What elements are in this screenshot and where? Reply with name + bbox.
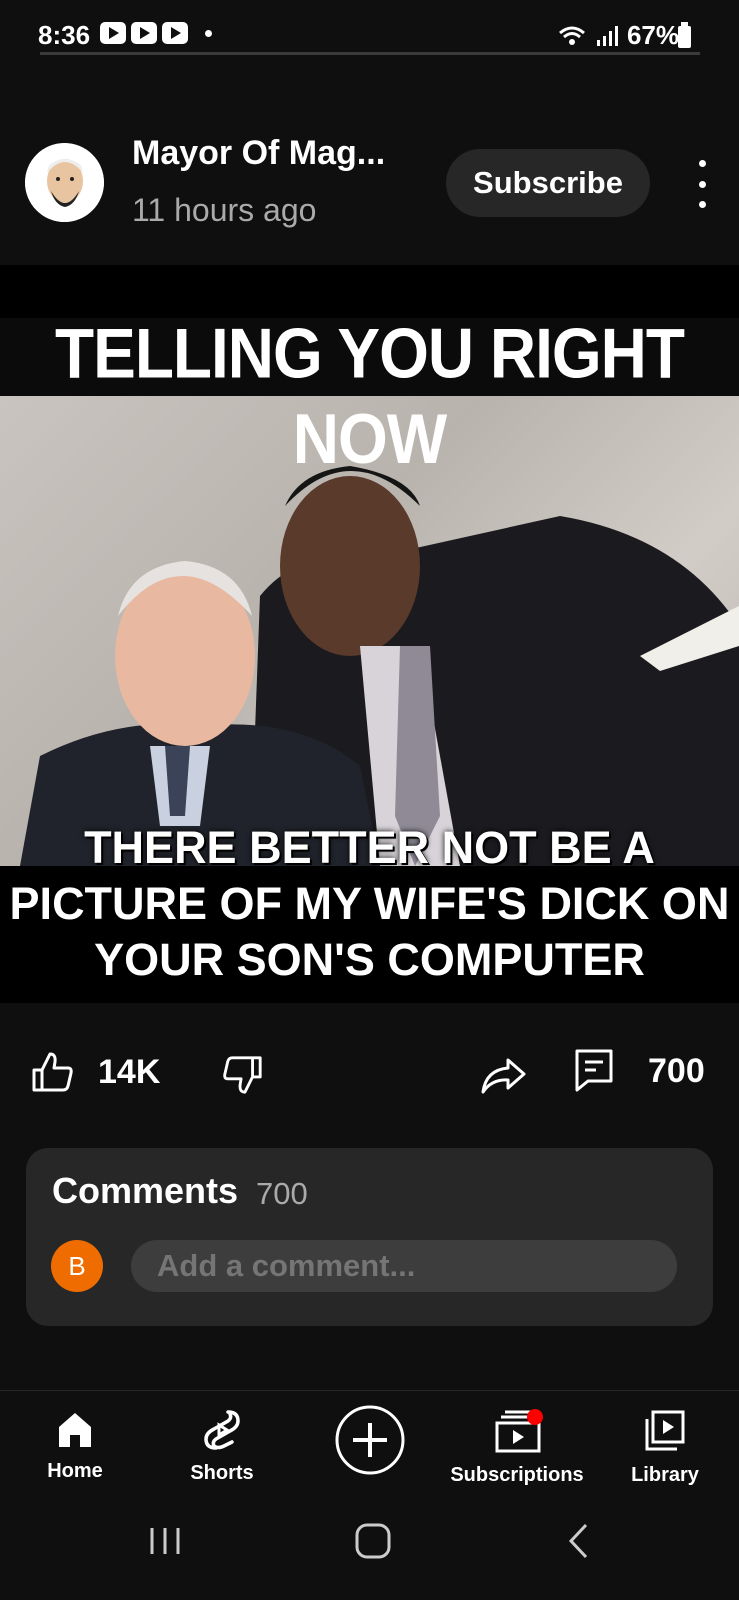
channel-name[interactable]: Mayor Of Mag... xyxy=(132,134,385,173)
nav-shorts-label: Shorts xyxy=(190,1462,254,1484)
signal-icon xyxy=(596,25,618,46)
thumbs-up-icon xyxy=(32,1052,73,1092)
home-icon xyxy=(59,1413,91,1447)
like-count: 14K xyxy=(98,1052,161,1091)
comment-count: 700 xyxy=(648,1051,705,1090)
like-button[interactable]: 14K xyxy=(30,1050,160,1094)
nav-home-label: Home xyxy=(47,1460,103,1482)
system-navigation xyxy=(0,1510,739,1600)
status-time: 8:36 xyxy=(38,20,91,50)
meme-top-text: TELLING YOU RIGHT NOW xyxy=(55,313,685,479)
thumbs-down-icon xyxy=(223,1056,262,1094)
nav-subscriptions[interactable]: Subscriptions xyxy=(442,1409,592,1487)
nav-library[interactable]: Library xyxy=(590,1409,739,1487)
dislike-button[interactable] xyxy=(222,1054,264,1096)
create-icon xyxy=(335,1405,405,1475)
share-button[interactable] xyxy=(480,1056,526,1096)
meme-bottom-text: THERE BETTER NOT BE A PICTURE OF MY WIFE… xyxy=(9,822,730,985)
nav-home[interactable]: Home xyxy=(0,1409,150,1483)
status-bar: 8:36 67% xyxy=(0,0,739,70)
shorts-icon xyxy=(204,1410,240,1450)
avatar-cartoon-icon xyxy=(25,143,104,222)
post-actions: 14K 700 xyxy=(0,1040,739,1120)
battery-icon xyxy=(678,22,691,48)
comments-panel[interactable]: Comments 700 B xyxy=(26,1148,713,1326)
wifi-icon xyxy=(558,26,585,45)
status-right: 67% xyxy=(557,20,679,51)
home-system-icon[interactable] xyxy=(354,1522,392,1560)
back-icon[interactable] xyxy=(566,1522,592,1560)
post-image[interactable]: TELLING YOU RIGHT NOW THERE BETTER NOT B… xyxy=(0,265,739,1003)
new-content-badge xyxy=(527,1409,543,1425)
recent-apps-icon[interactable] xyxy=(148,1524,182,1558)
youtube-notification-icon xyxy=(162,22,188,44)
nav-library-label: Library xyxy=(631,1464,699,1486)
bottom-navigation: Home Shorts Subscriptions Library xyxy=(0,1390,739,1501)
battery-percent: 67% xyxy=(626,20,679,50)
channel-avatar[interactable] xyxy=(25,143,104,222)
comment-icon xyxy=(575,1049,613,1092)
comments-title: Comments xyxy=(52,1170,239,1211)
comments-button[interactable]: 700 xyxy=(574,1048,705,1094)
comments-count: 700 xyxy=(256,1176,308,1211)
subscriptions-icon xyxy=(495,1409,543,1453)
add-comment-input[interactable] xyxy=(131,1240,677,1292)
more-notifications-dot xyxy=(205,29,212,37)
more-options-icon[interactable] xyxy=(690,160,714,208)
loading-progress-bar xyxy=(40,52,700,55)
post-header: Mayor Of Mag... 11 hours ago Subscribe xyxy=(0,130,739,240)
subscribe-button[interactable]: Subscribe xyxy=(446,149,650,217)
user-avatar: B xyxy=(51,1240,103,1292)
youtube-notification-icon xyxy=(100,22,126,44)
share-icon xyxy=(481,1058,526,1094)
nav-shorts[interactable]: Shorts xyxy=(147,1409,297,1485)
library-icon xyxy=(645,1410,685,1451)
post-time: 11 hours ago xyxy=(132,192,317,228)
notification-icons xyxy=(100,22,212,44)
youtube-notification-icon xyxy=(131,22,157,44)
